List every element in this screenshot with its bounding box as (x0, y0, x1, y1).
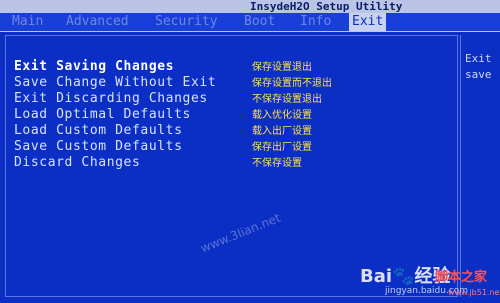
tab-main[interactable]: Main (12, 13, 43, 31)
note-load-custom-defaults: 载入出厂设置 (252, 126, 312, 137)
menu-item-save-custom-defaults[interactable]: Save Custom Defaults (14, 139, 183, 154)
menu-item-exit-saving-changes[interactable]: Exit Saving Changes (14, 59, 174, 74)
tab-boot[interactable]: Boot (244, 13, 275, 31)
help-text-line1: Exit (465, 52, 492, 65)
menu-item-load-custom-defaults[interactable]: Load Custom Defaults (14, 123, 183, 138)
tab-exit[interactable]: Exit (349, 13, 387, 31)
menu-item-load-optimal-defaults[interactable]: Load Optimal Defaults (14, 107, 191, 122)
tab-bar: Main Advanced Security Boot Info Exit (0, 13, 500, 32)
title-bar: InsydeH2O Setup Utility (0, 0, 500, 14)
menu-item-exit-discarding-changes[interactable]: Exit Discarding Changes (14, 91, 208, 106)
note-discard-changes: 不保存设置 (252, 158, 302, 169)
tab-security[interactable]: Security (155, 13, 218, 31)
note-exit-saving-changes: 保存设置退出 (252, 62, 312, 73)
menu-item-save-change-without-exit[interactable]: Save Change Without Exit (14, 75, 216, 90)
watermark-jb51: 脚本之家 (435, 270, 488, 285)
note-exit-discarding-changes: 不保存设置退出 (252, 94, 322, 105)
tab-advanced[interactable]: Advanced (66, 13, 129, 31)
note-load-optimal-defaults: 载入优化设置 (252, 110, 312, 121)
app-title: InsydeH2O Setup Utility (250, 0, 403, 13)
tab-info[interactable]: Info (300, 13, 331, 31)
menu-item-discard-changes[interactable]: Discard Changes (14, 155, 140, 170)
watermark-jb51-url: www.jb51.net (448, 288, 500, 297)
note-save-change-without-exit: 保存设置而不退出 (252, 78, 332, 89)
note-save-custom-defaults: 保存出厂设置 (252, 142, 312, 153)
help-text-line2: save (465, 68, 492, 81)
